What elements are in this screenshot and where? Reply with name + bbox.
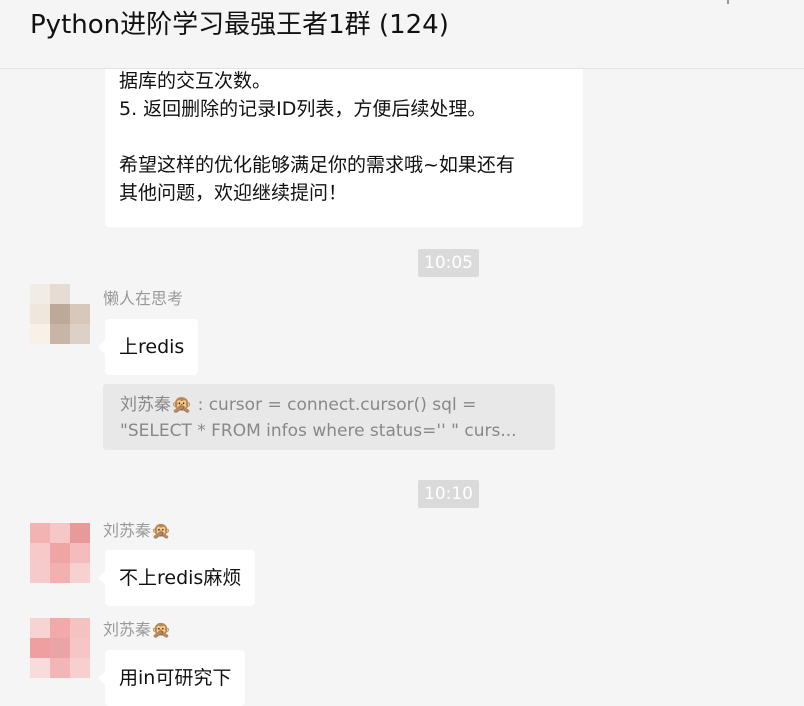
avatar[interactable] [30,523,90,583]
previous-message-bubble[interactable]: 据库的交互次数。 5. 返回删除的记录ID列表，方便后续处理。 希望这样的优化能… [105,69,583,227]
message-line: 希望这样的优化能够满足你的需求哦~如果还有 [119,154,515,176]
more-options-icon[interactable] [727,0,729,4]
timestamp: 10:10 [418,480,479,508]
avatar[interactable] [30,618,90,678]
message-line: 据库的交互次数。 [119,70,272,92]
message-line: 其他问题，欢迎继续提问！ [119,182,348,204]
chat-header: Python进阶学习最强王者1群 (124) [0,0,804,69]
avatar[interactable] [30,284,90,344]
quote-line: "SELECT * FROM infos where status='' " c… [120,421,517,441]
message-bubble[interactable]: 用in可研究下 [97,650,246,706]
message-line: 5. 返回删除的记录ID列表，方便后续处理。 [119,98,487,120]
sender-name: 刘苏秦🙊 [103,521,171,540]
message-list[interactable]: 据库的交互次数。 5. 返回删除的记录ID列表，方便后续处理。 希望这样的优化能… [0,69,804,706]
message-bubble[interactable]: 不上redis麻烦 [97,550,256,606]
sender-name: 懒人在思考 [103,289,184,308]
quoted-message[interactable]: 刘苏秦🙊 : cursor = connect.cursor() sql = "… [103,384,555,450]
chat-title: Python进阶学习最强王者1群 (124) [30,10,449,40]
quote-line: 刘苏秦🙊 : cursor = connect.cursor() sql = [120,395,477,415]
timestamp: 10:05 [418,249,479,277]
sender-name: 刘苏秦🙊 [103,620,171,639]
message-bubble[interactable]: 上redis [97,319,199,375]
message-line [119,123,569,151]
